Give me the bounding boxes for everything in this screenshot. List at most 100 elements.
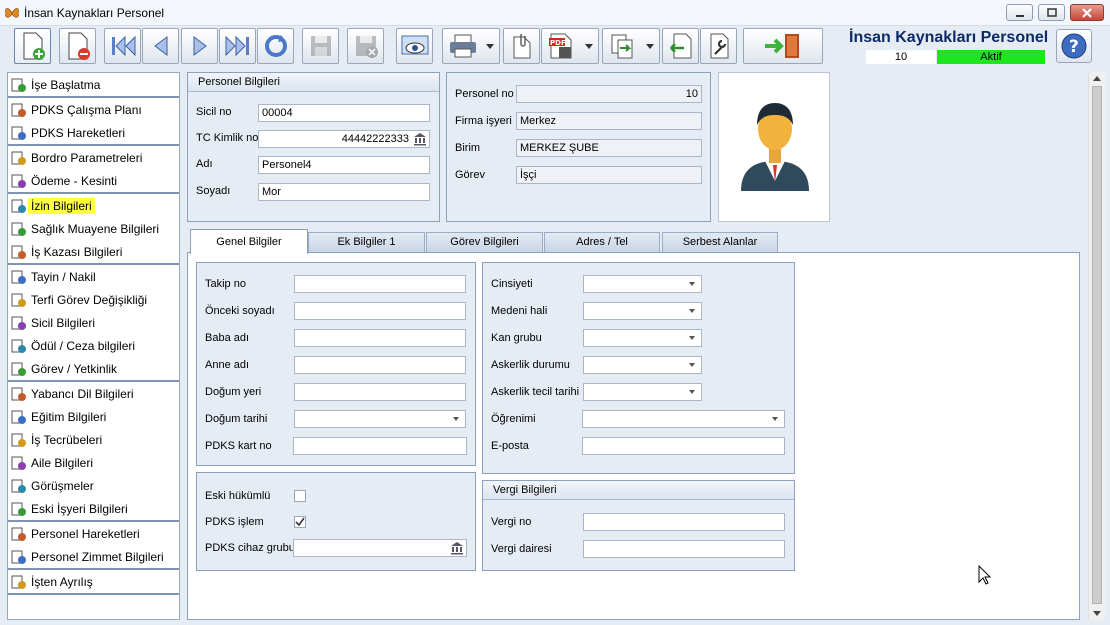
maximize-button[interactable]	[1038, 4, 1065, 21]
genel-left-input[interactable]	[294, 275, 466, 293]
firma-field[interactable]: Merkez	[516, 112, 702, 130]
genel-right-label: Öğrenimi	[491, 413, 536, 425]
sidebar-item[interactable]: Aile Bilgileri	[8, 451, 179, 474]
tab-4[interactable]: Serbest Alanlar	[662, 232, 778, 252]
exit-button[interactable]	[743, 28, 823, 64]
sidebar-item[interactable]: Personel Hareketleri	[8, 522, 179, 545]
vertical-scrollbar[interactable]	[1088, 72, 1105, 620]
pdks-islem-label: PDKS işlem	[205, 516, 264, 528]
genel-right-select[interactable]	[583, 275, 702, 293]
eski-hukumlu-checkbox[interactable]	[294, 490, 306, 502]
sidebar-group: Personel Hareketleri Personel Zimmet Bilg…	[8, 522, 179, 570]
genel-left-input[interactable]	[294, 410, 466, 428]
employee-photo[interactable]	[718, 72, 830, 222]
settings-wrench-button[interactable]	[700, 28, 737, 64]
sicil-label: Sicil no	[196, 106, 232, 118]
close-button[interactable]	[1070, 4, 1104, 21]
genel-left-label: Baba adı	[205, 332, 250, 344]
sidebar-item[interactable]: Sicil Bilgileri	[8, 311, 179, 334]
next-record-button[interactable]	[181, 28, 218, 64]
delete-record-button[interactable]	[59, 28, 96, 64]
genel-left-group: Takip no Önceki soyadı Baba adı Anne adı Doğ…	[196, 262, 476, 466]
sidebar-item-label: PDKS Hareketleri	[31, 125, 126, 140]
sidebar-item-label: Personel Zimmet Bilgileri	[31, 549, 164, 564]
help-button[interactable]: ?	[1056, 29, 1092, 63]
exit-icon	[765, 34, 799, 58]
sidebar-item[interactable]: Eğitim Bilgileri	[8, 405, 179, 428]
tab-1[interactable]: Ek Bilgiler 1	[308, 232, 425, 252]
sidebar-item[interactable]: Terfi Görev Değişikliği	[8, 288, 179, 311]
sidebar-item[interactable]: Sağlık Muayene Bilgileri	[8, 217, 179, 240]
sidebar-item-label: Sicil Bilgileri	[31, 315, 96, 330]
experience-icon	[11, 433, 26, 447]
genel-right-select[interactable]	[583, 329, 702, 347]
scroll-thumb[interactable]	[1092, 86, 1102, 604]
new-record-button[interactable]	[14, 28, 51, 64]
genel-left-input[interactable]	[294, 302, 466, 320]
eposta-input[interactable]	[582, 437, 785, 455]
chevron-down-icon	[689, 363, 695, 367]
save-button[interactable]	[302, 28, 339, 64]
refresh-button[interactable]	[257, 28, 294, 64]
tc-input[interactable]: 44442222333	[258, 130, 430, 148]
sidebar-item[interactable]: İş Kazası Bilgileri	[8, 240, 179, 263]
vergi-no-input[interactable]	[583, 513, 785, 531]
sidebar-item[interactable]: Tayin / Nakil	[8, 265, 179, 288]
vergi-dairesi-input[interactable]	[583, 540, 785, 558]
attach-button[interactable]	[503, 28, 540, 64]
gorev-field[interactable]: İşçi	[516, 166, 702, 184]
pdks-islem-checkbox[interactable]	[294, 516, 306, 528]
butterfly-icon	[5, 8, 19, 18]
genel-right-select[interactable]	[583, 383, 702, 401]
close-icon	[1082, 7, 1092, 18]
import-button[interactable]	[662, 28, 699, 64]
genel-left-input[interactable]	[294, 329, 466, 347]
tab-3[interactable]: Adres / Tel	[544, 232, 660, 252]
tab-0[interactable]: Genel Bilgiler	[190, 229, 308, 254]
sidebar-item[interactable]: PDKS Çalışma Planı	[8, 98, 179, 121]
personel-no-field[interactable]: 10	[516, 85, 702, 103]
bank-icon	[414, 133, 426, 146]
education-icon	[11, 410, 26, 424]
genel-left-input[interactable]	[294, 383, 466, 401]
sidebar-item[interactable]: Görev / Yetkinlik	[8, 357, 179, 380]
sidebar-item[interactable]: Ödeme - Kesinti	[8, 169, 179, 192]
sidebar-item[interactable]: Personel Zimmet Bilgileri	[8, 545, 179, 568]
genel-right-group: Cinsiyeti Medeni hali Kan grubu Askerlik du…	[482, 262, 795, 474]
info-icon	[11, 502, 26, 516]
sidebar-item[interactable]: Görüşmeler	[8, 474, 179, 497]
ad-label: Adı	[196, 158, 213, 170]
sidebar-item[interactable]: PDKS Hareketleri	[8, 121, 179, 144]
birim-field[interactable]: MERKEZ ŞUBE	[516, 139, 702, 157]
genel-right-select[interactable]	[582, 410, 785, 428]
genel-left-input[interactable]	[294, 356, 466, 374]
minimize-button[interactable]	[1006, 4, 1033, 21]
scroll-down-icon[interactable]	[1093, 611, 1101, 616]
mouse-cursor-icon	[978, 565, 991, 585]
sidebar-item[interactable]: Eski İşyeri Bilgileri	[8, 497, 179, 520]
print-button[interactable]	[442, 28, 500, 64]
sidebar-item[interactable]: Bordro Parametreleri	[8, 146, 179, 169]
scroll-up-icon[interactable]	[1093, 76, 1101, 81]
sidebar-item[interactable]: İzin Bilgileri	[8, 194, 179, 217]
cancel-save-button[interactable]	[347, 28, 384, 64]
genel-right-select[interactable]	[583, 356, 702, 374]
preview-button[interactable]	[396, 28, 433, 64]
genel-left-input[interactable]	[293, 437, 467, 455]
sidebar-item[interactable]: Yabancı Dil Bilgileri	[8, 382, 179, 405]
export-button[interactable]	[602, 28, 660, 64]
sidebar-item[interactable]: İşe Başlatma	[8, 73, 179, 96]
first-record-button[interactable]	[104, 28, 141, 64]
previous-record-button[interactable]	[142, 28, 179, 64]
last-record-button[interactable]	[219, 28, 256, 64]
pdks-cihaz-input[interactable]	[293, 539, 467, 557]
sidebar-item[interactable]: İşten Ayrılış	[8, 570, 179, 593]
ad-input[interactable]: Personel4	[258, 156, 430, 174]
sidebar-item[interactable]: Ödül / Ceza bilgileri	[8, 334, 179, 357]
pdf-export-button[interactable]: PDF	[541, 28, 599, 64]
soyad-input[interactable]: Mor	[258, 183, 430, 201]
tab-2[interactable]: Görev Bilgileri	[426, 232, 543, 252]
sidebar-item[interactable]: İş Tecrübeleri	[8, 428, 179, 451]
sicil-input[interactable]: 00004	[258, 104, 430, 122]
genel-right-select[interactable]	[583, 302, 702, 320]
